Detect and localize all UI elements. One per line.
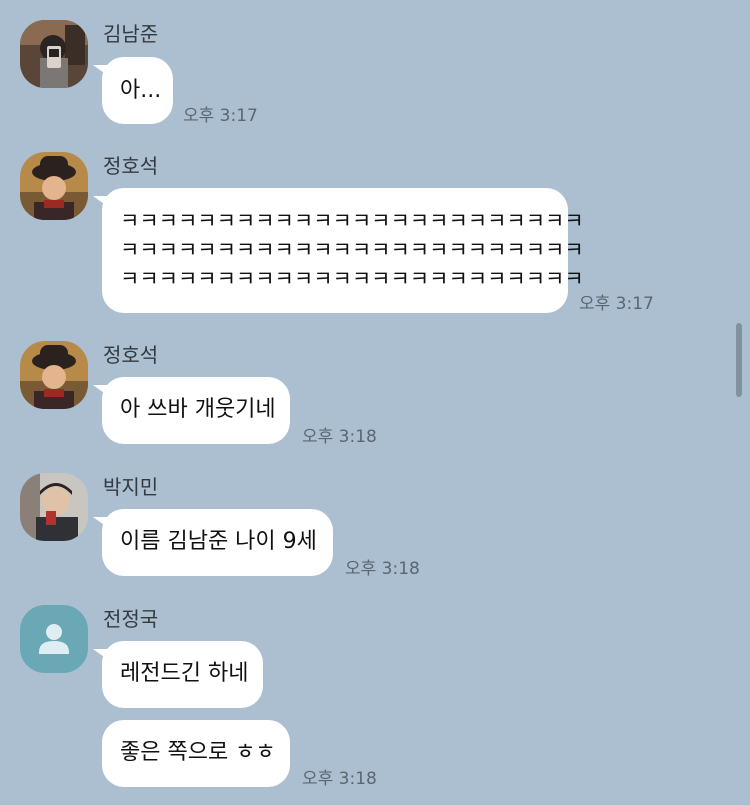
bubble-tail (93, 196, 107, 206)
message-text: 아 쓰바 개웃기네 (120, 397, 276, 422)
chat-room: 김남준 아... 오후 3:17 정호석 ㅋㅋㅋㅋㅋㅋㅋㅋㅋㅋㅋㅋㅋㅋㅋㅋㅋㅋㅋ… (0, 0, 750, 805)
message-text: 이름 김남준 나이 9세 (120, 529, 317, 554)
profile-photo-avatar[interactable] (20, 341, 88, 409)
profile-photo-avatar[interactable] (20, 152, 88, 220)
sender-name: 전정국 (103, 607, 159, 631)
message-bubble[interactable]: 레전드긴 하네 (93, 641, 263, 708)
message-time: 오후 3:17 (183, 106, 258, 126)
bubble-tail (93, 649, 107, 659)
message-text: 좋은 쪽으로 ㅎㅎ (120, 740, 276, 765)
message-bubble[interactable]: 좋은 쪽으로 ㅎㅎ (102, 720, 290, 787)
message-bubble[interactable]: 아... (93, 57, 173, 124)
sender-name: 정호석 (103, 154, 159, 178)
message-time: 오후 3:18 (345, 559, 420, 579)
bubble-tail (93, 65, 107, 75)
scrollbar[interactable] (736, 323, 742, 397)
sender-name: 정호석 (103, 343, 159, 367)
profile-photo-avatar[interactable] (20, 473, 88, 541)
message-bubble[interactable]: 아 쓰바 개웃기네 (93, 377, 290, 444)
sender-name: 박지민 (103, 475, 159, 499)
message-bubble[interactable]: 이름 김남준 나이 9세 (93, 509, 333, 576)
message-group: 정호석 ㅋㅋㅋㅋㅋㅋㅋㅋㅋㅋㅋㅋㅋㅋㅋㅋㅋㅋㅋㅋㅋㅋㅋㅋ ㅋㅋㅋㅋㅋㅋㅋㅋㅋㅋㅋ… (0, 152, 730, 317)
sender-name: 김남준 (103, 22, 159, 46)
message-time: 오후 3:18 (302, 427, 377, 447)
bubble-tail (93, 385, 107, 395)
message-group: 전정국 레전드긴 하네 좋은 쪽으로 ㅎㅎ 오후 3:18 (0, 605, 730, 805)
default-person-avatar[interactable] (20, 605, 88, 673)
profile-photo-avatar[interactable] (20, 20, 88, 88)
bubble-tail (93, 517, 107, 527)
message-group: 정호석 아 쓰바 개웃기네 오후 3:18 (0, 341, 730, 451)
message-group: 박지민 이름 김남준 나이 9세 오후 3:18 (0, 473, 730, 583)
message-text: 레전드긴 하네 (120, 661, 249, 686)
message-text: 아... (120, 78, 162, 103)
message-time: 오후 3:17 (579, 294, 654, 314)
message-text: ㅋㅋㅋㅋㅋㅋㅋㅋㅋㅋㅋㅋㅋㅋㅋㅋㅋㅋㅋㅋㅋㅋㅋㅋ ㅋㅋㅋㅋㅋㅋㅋㅋㅋㅋㅋㅋㅋㅋㅋ… (120, 209, 584, 291)
message-bubble[interactable]: ㅋㅋㅋㅋㅋㅋㅋㅋㅋㅋㅋㅋㅋㅋㅋㅋㅋㅋㅋㅋㅋㅋㅋㅋ ㅋㅋㅋㅋㅋㅋㅋㅋㅋㅋㅋㅋㅋㅋㅋ… (93, 188, 584, 313)
message-time: 오후 3:18 (302, 769, 377, 789)
person-icon (39, 624, 69, 654)
message-group: 김남준 아... 오후 3:17 (0, 20, 730, 130)
